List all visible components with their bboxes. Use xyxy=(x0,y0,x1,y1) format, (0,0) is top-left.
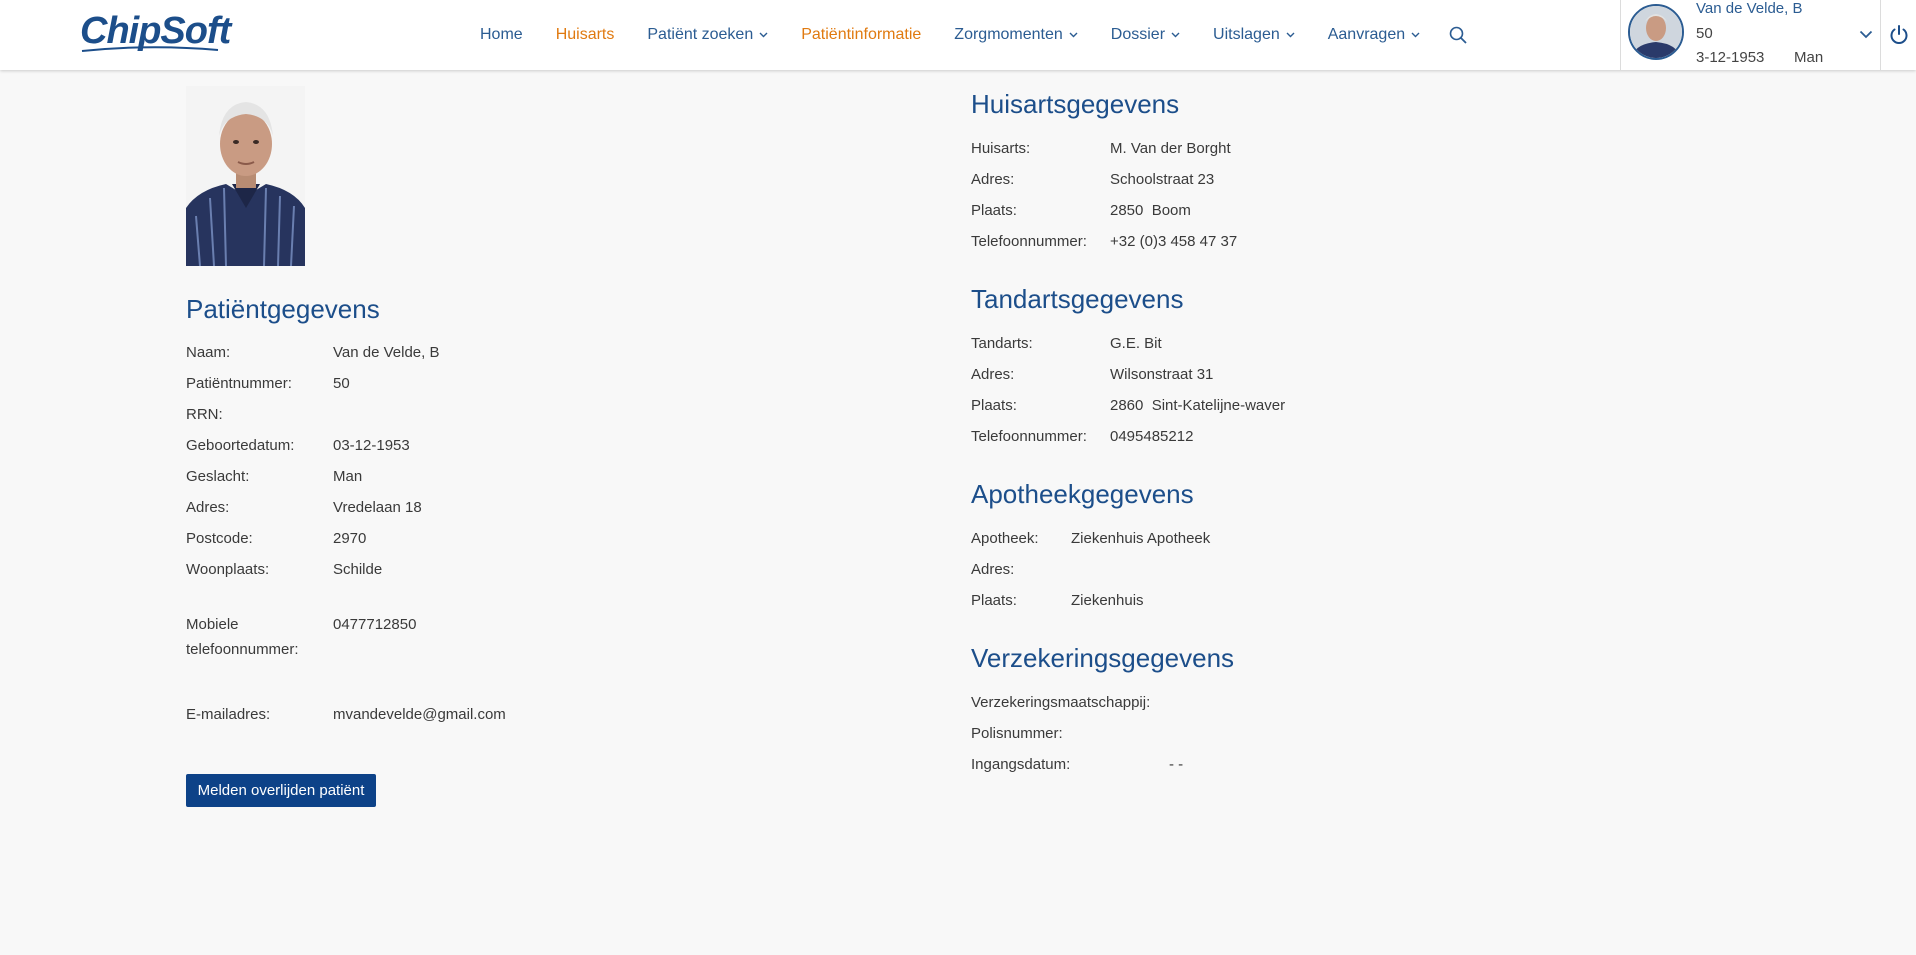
field-label: Patiëntnummer: xyxy=(186,375,292,392)
report-death-button[interactable]: Melden overlijden patiënt xyxy=(186,774,376,807)
field-value: Vredelaan 18 xyxy=(333,499,422,516)
chevron-down-icon xyxy=(1286,32,1295,38)
field-label: Verzekeringsmaatschappij: xyxy=(971,694,1151,711)
field-label: Postcode: xyxy=(186,530,253,547)
field-label: Telefoonnummer: xyxy=(971,233,1087,250)
field-label: Huisarts: xyxy=(971,140,1031,157)
field-value: 0477712850 xyxy=(333,616,417,633)
field-value: 03-12-1953 xyxy=(333,437,410,454)
main-nav: Home Huisarts Patiënt zoeken Patiëntinfo… xyxy=(480,0,1467,70)
top-navigation-bar: ChipSoft Home Huisarts Patiënt zoeken Pa… xyxy=(0,0,1916,70)
field-value: Man xyxy=(333,468,363,485)
field-value: mvandevelde@gmail.com xyxy=(333,706,506,723)
field-value: Ziekenhuis Apotheek xyxy=(1071,530,1211,547)
patient-photo xyxy=(186,86,305,266)
field-value: +32 (0)3 458 47 37 xyxy=(1110,233,1238,250)
field-label: Geslacht: xyxy=(186,468,250,485)
field-label: Apotheek: xyxy=(971,530,1039,547)
power-icon[interactable] xyxy=(1880,0,1916,70)
field-label: Adres: xyxy=(971,171,1015,188)
header-patient-sex: Man xyxy=(1794,49,1824,66)
field-label: E-mailadres: xyxy=(186,706,271,723)
field-label: Mobiele xyxy=(186,616,239,633)
field-label: Ingangsdatum: xyxy=(971,756,1071,773)
field-label: Plaats: xyxy=(971,592,1017,609)
huisarts-section-title: Huisartsgegevens xyxy=(971,89,1180,119)
field-value: M. Van der Borght xyxy=(1110,140,1231,157)
field-value: - - xyxy=(1169,756,1184,773)
field-value: Schoolstraat 23 xyxy=(1110,171,1215,188)
field-value: Van de Velde, B xyxy=(333,344,440,361)
nav-huisarts[interactable]: Huisarts xyxy=(556,26,615,44)
nav-dossier[interactable]: Dossier xyxy=(1111,26,1180,44)
field-label: Woonplaats: xyxy=(186,561,270,578)
header-patient-name: Van de Velde, B xyxy=(1696,0,1803,17)
field-label: Adres: xyxy=(186,499,230,516)
field-label: RRN: xyxy=(186,406,223,423)
field-label: Plaats: xyxy=(971,397,1017,414)
field-value: 2970 xyxy=(333,530,367,547)
field-value: Ziekenhuis xyxy=(1071,592,1144,609)
field-label: Geboortedatum: xyxy=(186,437,295,454)
field-value: Wilsonstraat 31 xyxy=(1110,366,1214,383)
nav-patient-zoeken[interactable]: Patiënt zoeken xyxy=(647,26,768,44)
nav-zorgmomenten[interactable]: Zorgmomenten xyxy=(954,26,1078,44)
chevron-down-icon xyxy=(1171,32,1180,38)
patient-avatar xyxy=(1628,4,1684,60)
field-value: Schilde xyxy=(333,561,383,578)
nav-home[interactable]: Home xyxy=(480,26,523,44)
field-label: Plaats: xyxy=(971,202,1017,219)
chevron-down-icon xyxy=(1069,32,1078,38)
field-value: 2850 Boom xyxy=(1110,202,1191,219)
search-icon[interactable] xyxy=(1449,26,1467,44)
field-label: Adres: xyxy=(971,366,1015,383)
nav-aanvragen[interactable]: Aanvragen xyxy=(1328,26,1420,44)
logo-underline xyxy=(81,46,219,52)
patient-section-title: Patiëntgegevens xyxy=(186,294,380,324)
patient-header-card[interactable]: Van de Velde, B 50 3-12-1953 Man xyxy=(1620,0,1881,70)
apotheek-section-title: Apotheekgegevens xyxy=(971,479,1194,509)
chevron-down-icon[interactable] xyxy=(1859,26,1873,44)
nav-patientinformatie[interactable]: Patiëntinformatie xyxy=(801,26,921,44)
field-value: 50 xyxy=(333,375,350,392)
field-label: Adres: xyxy=(971,561,1015,578)
nav-uitslagen[interactable]: Uitslagen xyxy=(1213,26,1295,44)
header-patient-dob: 3-12-1953 xyxy=(1696,49,1765,66)
field-label: Telefoonnummer: xyxy=(971,428,1087,445)
field-value: G.E. Bit xyxy=(1110,335,1162,352)
field-label-continued: telefoonnummer: xyxy=(186,641,299,658)
verzekering-section-title: Verzekeringsgegevens xyxy=(971,643,1235,673)
chevron-down-icon xyxy=(1411,32,1420,38)
field-value: 0495485212 xyxy=(1110,428,1194,445)
field-label: Tandarts: xyxy=(971,335,1033,352)
tandarts-section-title: Tandartsgegevens xyxy=(971,284,1184,314)
field-label: Polisnummer: xyxy=(971,725,1063,742)
field-label: Naam: xyxy=(186,344,231,361)
field-value: 2860 Sint-Katelijne-waver xyxy=(1110,397,1286,414)
header-patient-number: 50 xyxy=(1696,25,1713,42)
chevron-down-icon xyxy=(759,32,768,38)
